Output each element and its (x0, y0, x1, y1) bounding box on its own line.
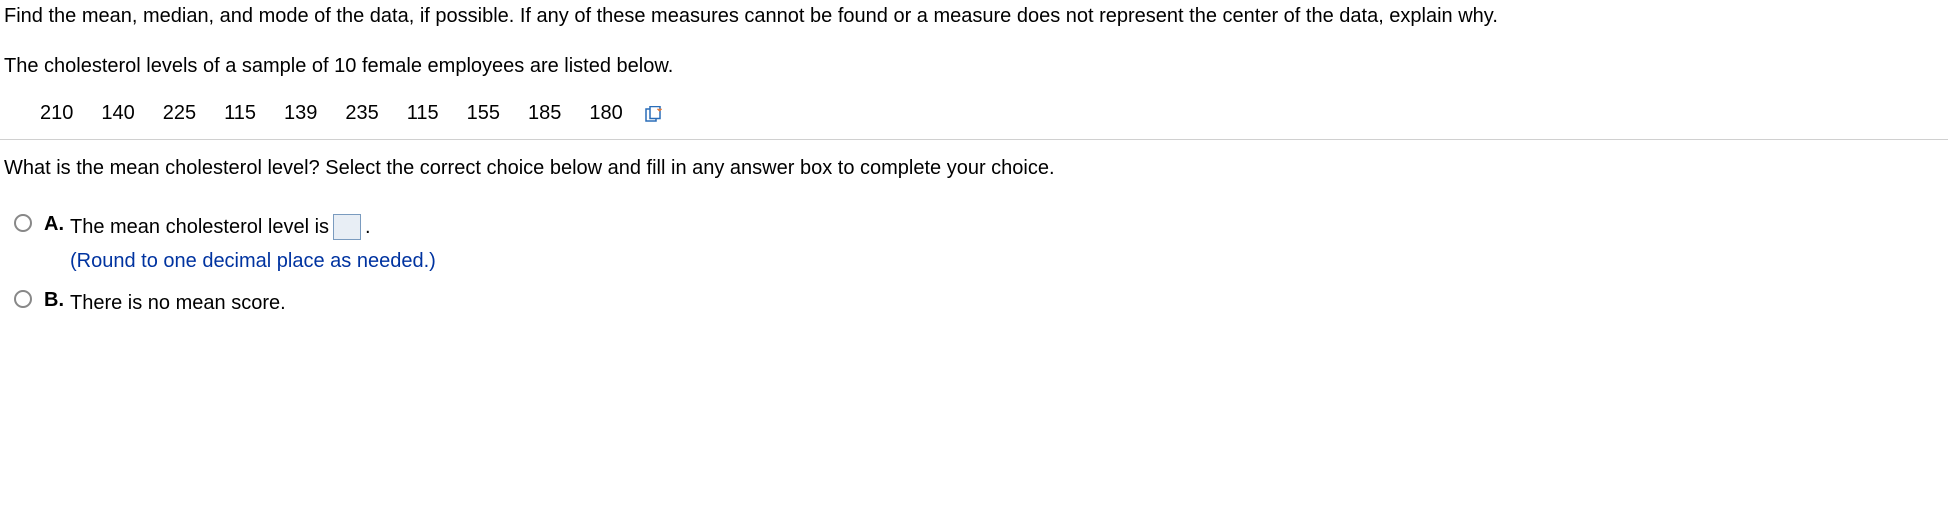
data-value: 139 (284, 102, 317, 125)
copy-icon[interactable] (645, 106, 663, 122)
question-text: Find the mean, median, and mode of the d… (0, 0, 1948, 32)
data-value: 155 (467, 102, 500, 125)
choice-a-hint: (Round to one decimal place as needed.) (70, 246, 1948, 276)
choice-b-letter: B. (44, 288, 70, 312)
section-divider (0, 139, 1948, 140)
choice-b-row: B. There is no mean score. (14, 288, 1948, 318)
mean-answer-input[interactable] (333, 214, 361, 240)
radio-b[interactable] (14, 290, 32, 308)
choice-a-body: The mean cholesterol level is . (Round t… (70, 212, 1948, 276)
data-value: 185 (528, 102, 561, 125)
data-value: 115 (407, 102, 439, 125)
data-value: 180 (589, 102, 622, 125)
data-values-row: 210 140 225 115 139 235 115 155 185 180 (36, 100, 1948, 139)
answer-choices: A. The mean cholesterol level is . (Roun… (0, 212, 1948, 318)
choice-b-text: There is no mean score. (70, 288, 286, 318)
choice-a-row: A. The mean cholesterol level is . (Roun… (14, 212, 1948, 276)
data-value: 235 (345, 102, 378, 125)
choice-a-text-before: The mean cholesterol level is (70, 212, 329, 242)
choice-a-letter: A. (44, 212, 70, 236)
data-value: 225 (163, 102, 196, 125)
data-value: 210 (40, 102, 73, 125)
radio-a[interactable] (14, 214, 32, 232)
context-text: The cholesterol levels of a sample of 10… (0, 50, 1948, 82)
choice-a-text-after: . (365, 212, 371, 242)
data-value: 115 (224, 102, 256, 125)
choice-b-body: There is no mean score. (70, 288, 1948, 318)
prompt-text: What is the mean cholesterol level? Sele… (0, 144, 1948, 184)
data-value: 140 (101, 102, 134, 125)
